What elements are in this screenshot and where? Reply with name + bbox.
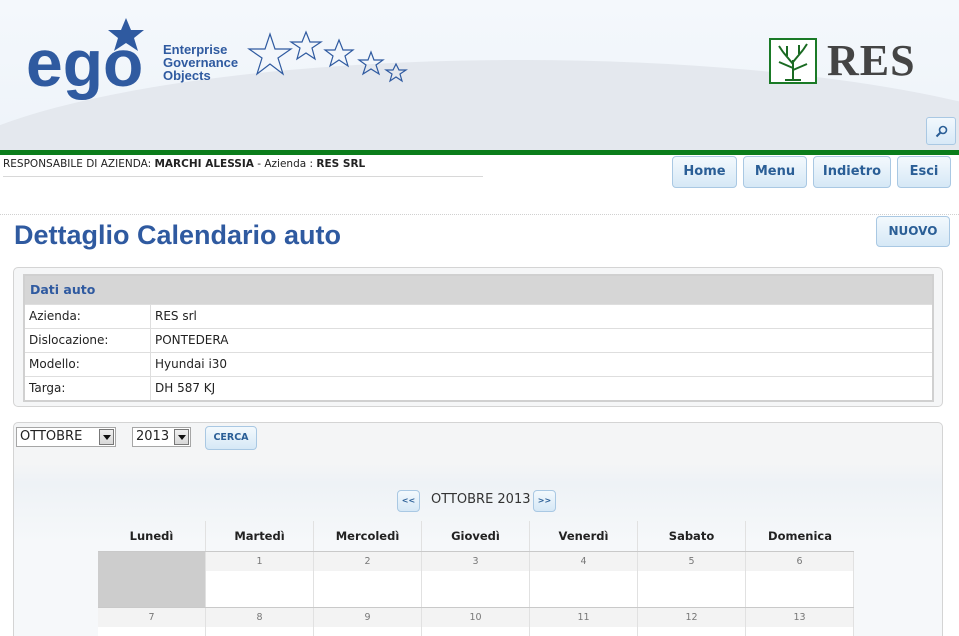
detail-value: Hyundai i30 [155,357,228,371]
dropdown-arrow-icon[interactable] [99,429,114,445]
company-label: - Azienda : [253,158,317,170]
day-number: 2 [314,552,421,571]
car-details-panel: Dati auto Azienda: RES srl Dislocazione:… [13,267,943,407]
calendar-day[interactable]: 9 [314,608,422,636]
car-detail-row: Azienda: RES srl [25,304,932,328]
calendar-day[interactable]: 7 [98,608,206,636]
new-button[interactable]: NUOVO [876,216,950,247]
menu-button[interactable]: Menu [743,156,807,188]
exit-button[interactable]: Esci [897,156,951,188]
calendar-grid: Lunedì Martedì Mercoledì Giovedì Venerdì… [98,521,854,636]
car-detail-row: Dislocazione: PONTEDERA [25,328,932,352]
detail-value: RES srl [155,309,197,323]
res-logo: RES [769,37,949,87]
calendar-day[interactable]: 4 [530,552,638,607]
calendar-day[interactable]: 5 [638,552,746,607]
back-button[interactable]: Indietro [813,156,891,188]
car-details-title: Dati auto [25,276,932,304]
calendar-day[interactable]: 8 [206,608,314,636]
year-select[interactable]: 2013 [132,427,191,447]
day-number: 11 [530,608,637,627]
weekday-label: Domenica [768,529,832,543]
detail-label: Dislocazione: [25,329,151,352]
ego-logo: ego [26,18,144,100]
calendar-week: 7 8 9 10 11 12 13 [98,607,854,636]
detail-label: Azienda: [25,305,151,328]
calendar-day[interactable]: 6 [746,552,854,607]
calendar-day-empty [98,552,206,607]
search-button[interactable] [926,117,956,145]
prev-month-button[interactable]: << [397,490,420,512]
calendar-day[interactable]: 10 [422,608,530,636]
calendar-day[interactable]: 13 [746,608,854,636]
calendar-day[interactable]: 1 [206,552,314,607]
calendar-week: 1 2 3 4 5 6 [98,551,854,607]
company-name: RES SRL [316,158,366,170]
car-detail-row: Targa: DH 587 KJ [25,376,932,400]
dropdown-arrow-icon[interactable] [174,429,189,445]
year-select-value: 2013 [136,429,170,444]
calendar-day[interactable]: 11 [530,608,638,636]
current-month-label: OTTOBRE 2013 [431,492,531,507]
day-number: 12 [638,608,745,627]
weekday-label: Martedì [206,521,314,551]
calendar-day[interactable]: 12 [638,608,746,636]
detail-label: Modello: [25,353,151,376]
day-number: 4 [530,552,637,571]
weekday-label: Venerdì [530,521,638,551]
calendar-day[interactable]: 2 [314,552,422,607]
month-select[interactable]: OTTOBRE [16,427,116,447]
day-number: 5 [638,552,745,571]
day-number: 8 [206,608,313,627]
page-title: Dettaglio Calendario auto [14,220,342,250]
search-calendar-button[interactable]: CERCA [205,426,257,450]
next-month-button[interactable]: >> [533,490,556,512]
day-number [98,552,205,571]
day-number: 7 [98,608,205,627]
day-number: 1 [206,552,313,571]
search-icon [935,125,948,138]
month-select-value: OTTOBRE [20,429,83,444]
divider [0,214,959,215]
weekday-label: Sabato [638,521,746,551]
day-number: 10 [422,608,529,627]
header-separator [0,150,959,155]
tagline-line-3: Objects [163,68,211,83]
weekday-label: Lunedì [98,521,206,551]
home-button[interactable]: Home [672,156,737,188]
weekday-label: Mercoledì [314,521,422,551]
user-info: RESPONSABILE DI AZIENDA: MARCHI ALESSIA … [3,158,483,177]
day-number: 9 [314,608,421,627]
detail-value: DH 587 KJ [155,381,216,395]
tree-icon [769,38,817,84]
day-number: 3 [422,552,529,571]
weekday-label: Giovedì [422,521,530,551]
res-logo-word: RES [827,36,916,85]
calendar-weekday-header: Lunedì Martedì Mercoledì Giovedì Venerdì… [98,521,854,551]
day-number: 13 [746,608,853,627]
detail-label: Targa: [25,377,151,400]
role-label: RESPONSABILE DI AZIENDA: [3,158,152,170]
car-details-table: Dati auto Azienda: RES srl Dislocazione:… [23,274,934,402]
decorative-stars [247,30,408,83]
car-detail-row: Modello: Hyundai i30 [25,352,932,376]
detail-value: PONTEDERA [155,333,229,347]
ego-logo-tagline: Enterprise Governance Objects [163,43,238,82]
calendar-day[interactable]: 3 [422,552,530,607]
day-number: 6 [746,552,853,571]
user-name: MARCHI ALESSIA [154,158,254,170]
